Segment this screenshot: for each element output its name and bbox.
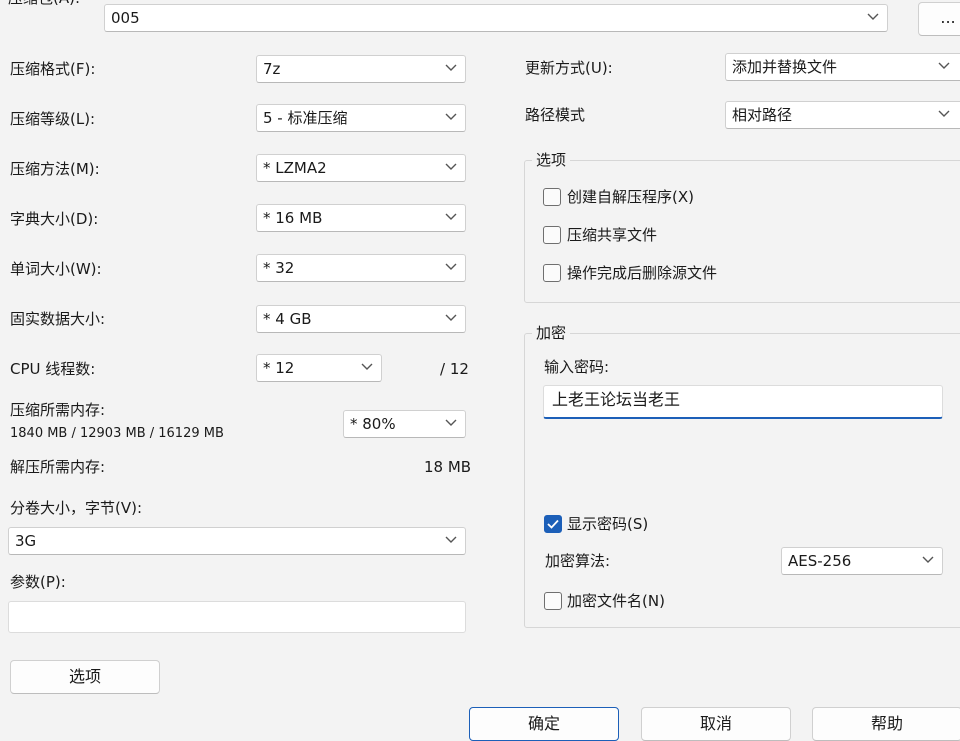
threads-value: * 12 xyxy=(263,359,295,377)
archive-value: 005 xyxy=(111,9,140,27)
archive-label: 压缩包(A): xyxy=(8,0,80,8)
password-label: 输入密码: xyxy=(544,358,610,376)
shared-files-checkbox[interactable] xyxy=(543,226,561,244)
password-input[interactable]: 上老王论坛当老王 xyxy=(543,385,943,419)
format-value: 7z xyxy=(263,60,281,78)
memory-select[interactable]: * 80% xyxy=(343,410,466,438)
solid-select[interactable]: * 4 GB xyxy=(256,305,466,333)
decompress-label: 解压所需内存: xyxy=(10,458,106,476)
encryption-group xyxy=(524,333,960,628)
chevron-down-icon[interactable] xyxy=(445,64,457,72)
password-value: 上老王论坛当老王 xyxy=(552,390,681,409)
chevron-down-icon[interactable] xyxy=(867,13,879,21)
chevron-down-icon[interactable] xyxy=(445,536,457,544)
show-password-label[interactable]: 显示密码(S) xyxy=(567,514,648,534)
chevron-down-icon[interactable] xyxy=(445,419,457,427)
params-label: 参数(P): xyxy=(10,573,66,591)
sfx-checkbox[interactable] xyxy=(543,188,561,206)
cancel-button[interactable]: 取消 xyxy=(641,707,791,741)
options-button[interactable]: 选项 xyxy=(10,660,160,694)
check-icon xyxy=(547,519,559,529)
chevron-down-icon[interactable] xyxy=(361,363,373,371)
path-value: 相对路径 xyxy=(732,106,793,124)
threads-select[interactable]: * 12 xyxy=(256,354,382,382)
help-button[interactable]: 帮助 xyxy=(812,707,960,741)
threads-max: / 12 xyxy=(440,360,469,378)
chevron-down-icon[interactable] xyxy=(938,62,950,70)
chevron-down-icon[interactable] xyxy=(445,213,457,221)
options-group-title: 选项 xyxy=(532,150,571,170)
ok-button[interactable]: 确定 xyxy=(469,707,619,741)
delete-source-checkbox[interactable] xyxy=(543,264,561,282)
archive-combobox[interactable]: 005 xyxy=(104,4,888,32)
chevron-down-icon[interactable] xyxy=(445,113,457,121)
memory-label: 压缩所需内存: xyxy=(10,401,106,419)
chevron-down-icon[interactable] xyxy=(445,314,457,322)
level-value: 5 - 标准压缩 xyxy=(263,109,348,127)
format-select[interactable]: 7z xyxy=(256,55,466,83)
memory-value: * 80% xyxy=(350,415,396,433)
encrypt-names-label[interactable]: 加密文件名(N) xyxy=(567,591,665,611)
method-value: * LZMA2 xyxy=(263,159,327,177)
format-label: 压缩格式(F): xyxy=(10,60,96,78)
encryption-method-label: 加密算法: xyxy=(545,552,611,570)
solid-value: * 4 GB xyxy=(263,310,312,328)
sfx-label[interactable]: 创建自解压程序(X) xyxy=(567,187,694,207)
path-select[interactable]: 相对路径 xyxy=(725,101,960,129)
volume-value: 3G xyxy=(15,532,37,550)
threads-label: CPU 线程数: xyxy=(10,360,96,378)
level-label: 压缩等级(L): xyxy=(10,110,96,128)
decompress-value: 18 MB xyxy=(424,458,472,476)
browse-button[interactable]: ... xyxy=(918,2,960,36)
word-value: * 32 xyxy=(263,259,295,277)
delete-source-label[interactable]: 操作完成后删除源文件 xyxy=(567,263,717,283)
volume-combobox[interactable]: 3G xyxy=(8,527,466,555)
chevron-down-icon[interactable] xyxy=(938,110,950,118)
encryption-method-select[interactable]: AES-256 xyxy=(781,547,943,575)
show-password-checkbox[interactable] xyxy=(544,515,562,533)
method-label: 压缩方法(M): xyxy=(10,160,100,178)
chevron-down-icon[interactable] xyxy=(445,163,457,171)
shared-files-label[interactable]: 压缩共享文件 xyxy=(567,225,657,245)
chevron-down-icon[interactable] xyxy=(922,556,934,564)
solid-label: 固实数据大小: xyxy=(10,310,106,328)
update-value: 添加并替换文件 xyxy=(732,58,838,76)
update-label: 更新方式(U): xyxy=(525,59,613,77)
level-select[interactable]: 5 - 标准压缩 xyxy=(256,104,466,132)
volume-label: 分卷大小，字节(V): xyxy=(10,499,143,517)
word-select[interactable]: * 32 xyxy=(256,254,466,282)
memory-detail: 1840 MB / 12903 MB / 16129 MB xyxy=(10,426,224,441)
path-label: 路径模式 xyxy=(525,106,586,124)
params-input[interactable] xyxy=(8,601,466,633)
encryption-group-title: 加密 xyxy=(532,323,571,343)
word-label: 单词大小(W): xyxy=(10,260,102,278)
method-select[interactable]: * LZMA2 xyxy=(256,154,466,182)
chevron-down-icon[interactable] xyxy=(445,263,457,271)
encrypt-names-checkbox[interactable] xyxy=(544,592,562,610)
dict-value: * 16 MB xyxy=(263,209,323,227)
encryption-method-value: AES-256 xyxy=(788,552,852,570)
dict-label: 字典大小(D): xyxy=(10,210,99,228)
update-select[interactable]: 添加并替换文件 xyxy=(725,53,960,81)
dict-select[interactable]: * 16 MB xyxy=(256,204,466,232)
